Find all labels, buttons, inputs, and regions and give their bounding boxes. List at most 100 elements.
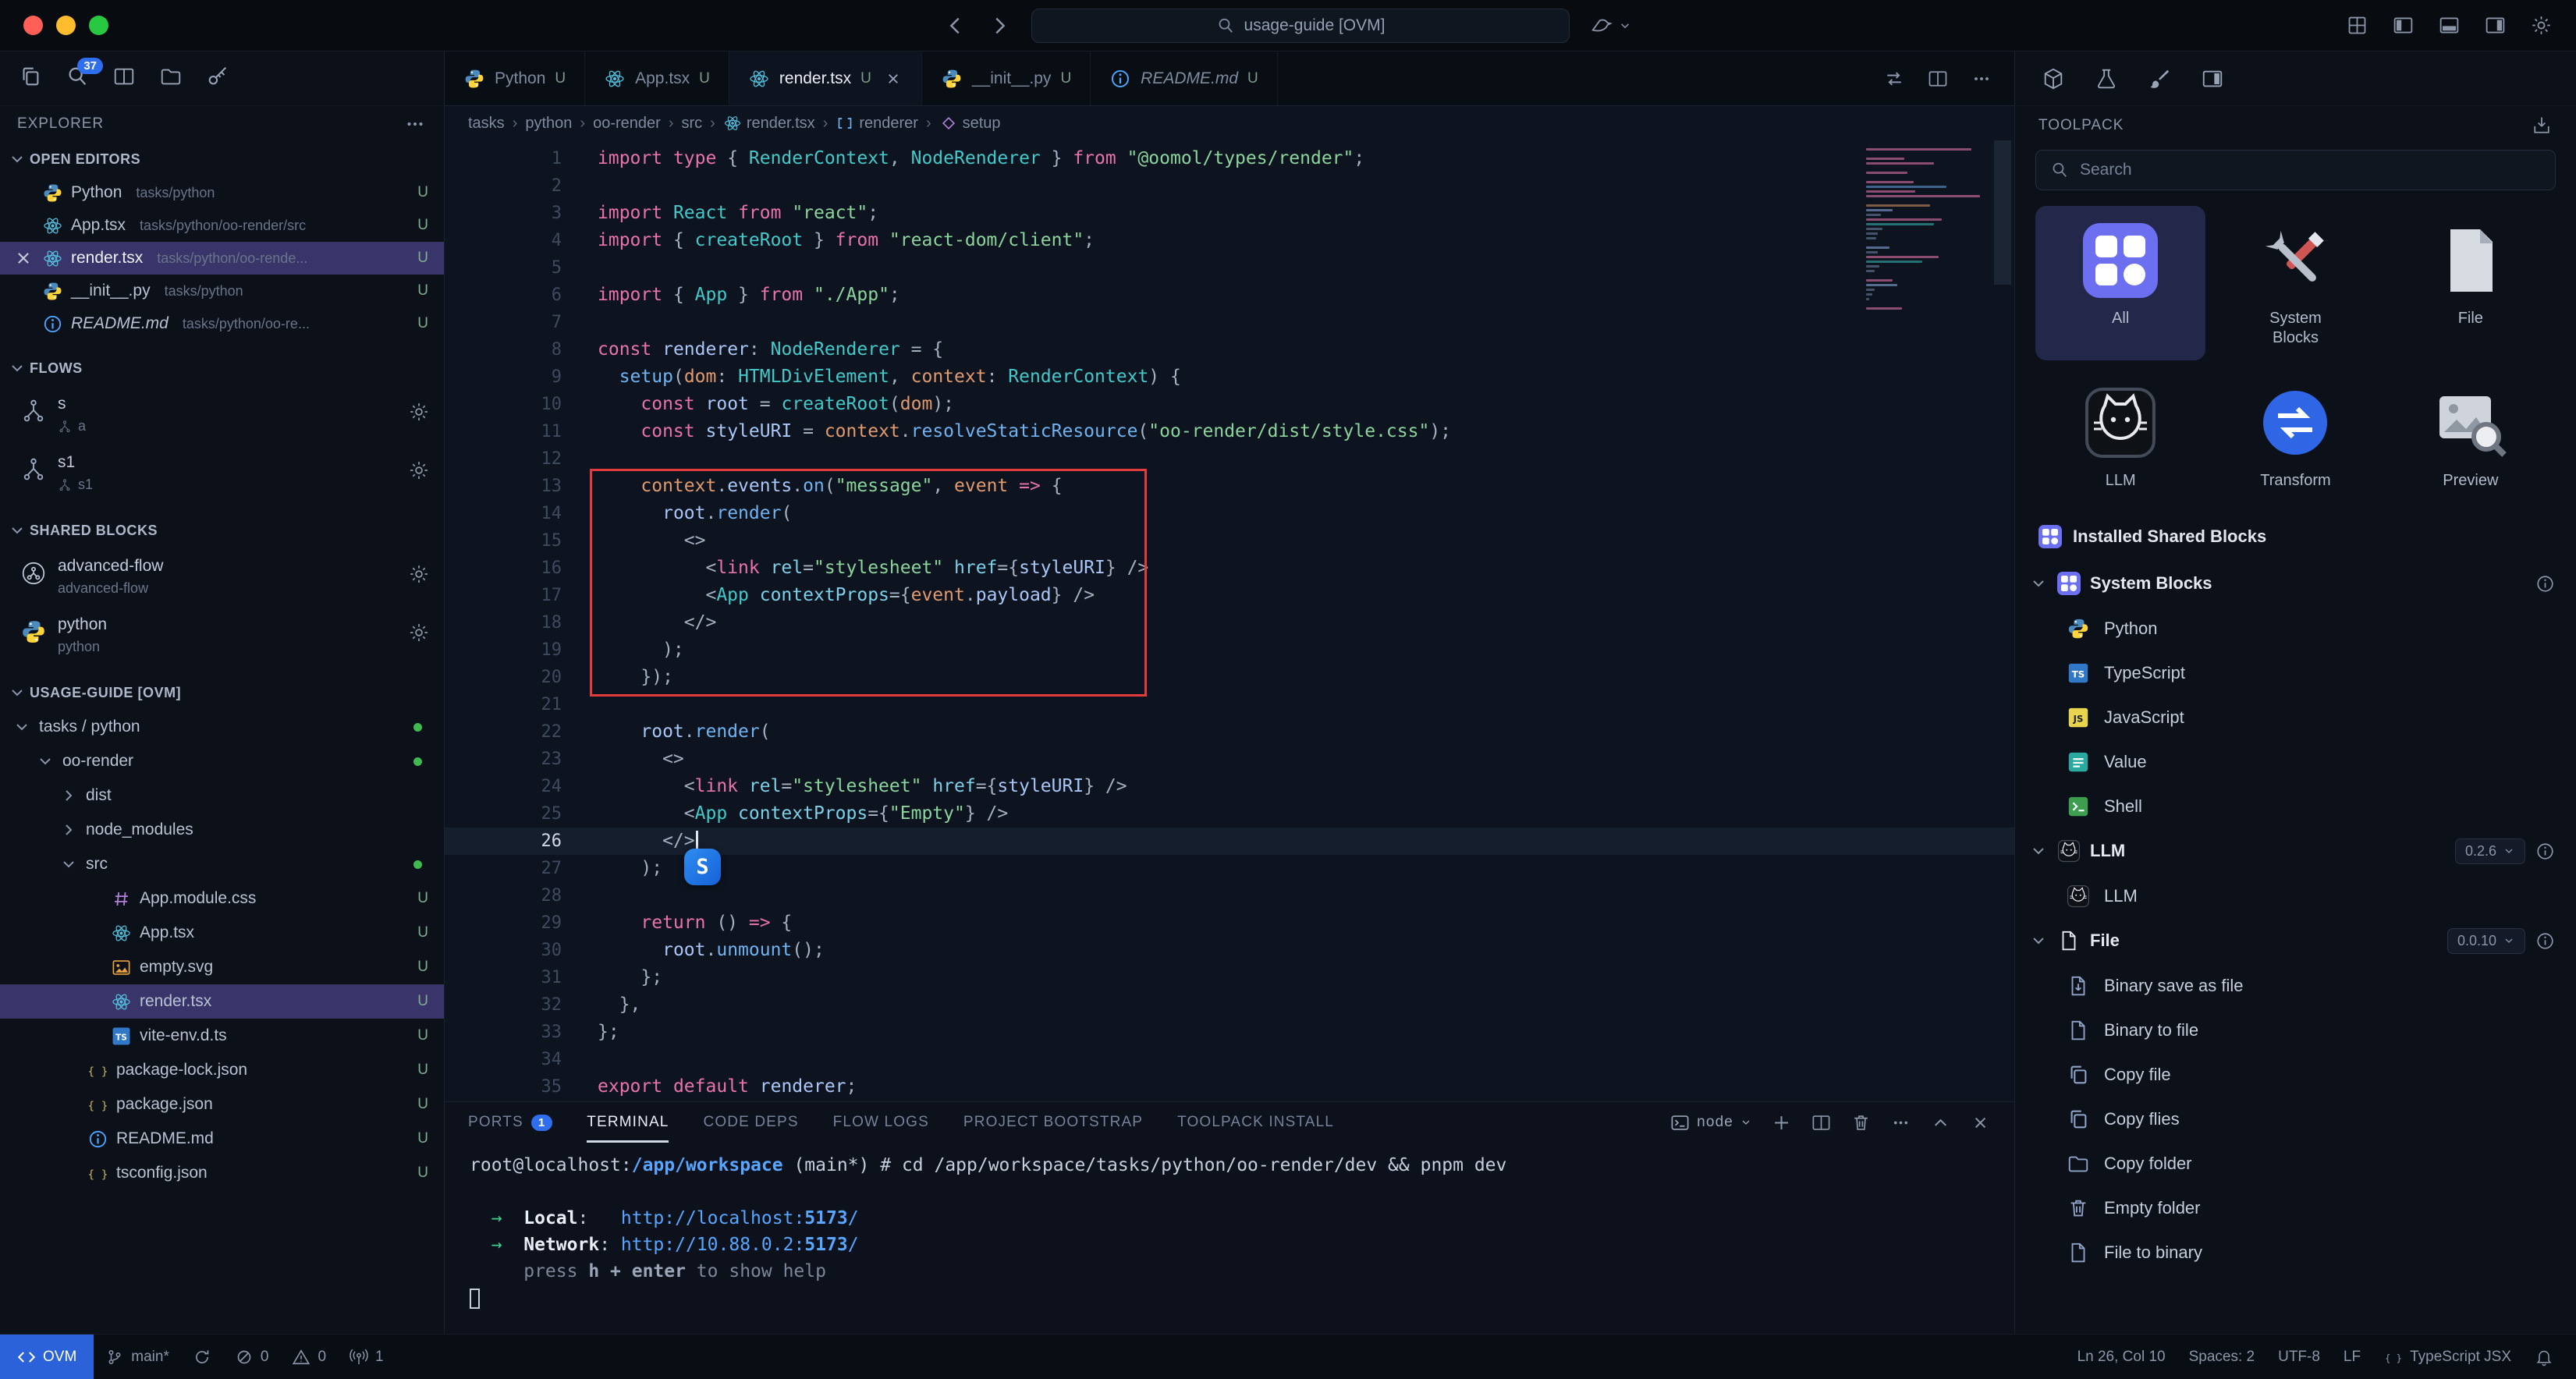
key-button[interactable] bbox=[206, 65, 229, 92]
panel-tab-ports[interactable]: PORTS1 bbox=[468, 1102, 552, 1143]
run-menu[interactable] bbox=[1590, 14, 1632, 37]
theme-brush-icon[interactable] bbox=[2148, 67, 2171, 90]
code-line[interactable]: 6import { App } from "./App"; bbox=[445, 282, 2014, 309]
panel-tab-flow-logs[interactable]: FLOW LOGS bbox=[833, 1102, 929, 1143]
code-line[interactable]: 32 }, bbox=[445, 991, 2014, 1019]
split-editor-icon[interactable] bbox=[1927, 68, 1949, 90]
code-line[interactable]: 3import React from "react"; bbox=[445, 200, 2014, 227]
forward-icon[interactable] bbox=[988, 14, 1011, 37]
breadcrumb-renderer[interactable]: renderer bbox=[836, 114, 918, 133]
tab-readme-md[interactable]: README.mdU bbox=[1091, 51, 1278, 105]
terminal-output[interactable]: root@localhost:/app/workspace (main*) # … bbox=[445, 1143, 2014, 1334]
block-item-binary-to-file[interactable]: Binary to file bbox=[2015, 1008, 2576, 1052]
code-line[interactable]: 9 setup(dom: HTMLDivElement, context: Re… bbox=[445, 363, 2014, 391]
close-window-button[interactable] bbox=[23, 16, 43, 35]
shared-blocks-header[interactable]: SHARED BLOCKS bbox=[0, 513, 444, 548]
open-editor-app-tsx[interactable]: App.tsxtasks/python/oo-render/srcU bbox=[0, 209, 444, 242]
split-editor-button[interactable] bbox=[112, 65, 136, 92]
toolpack-category-file[interactable]: File bbox=[2386, 206, 2556, 360]
tree-item-tasks-python[interactable]: tasks / python bbox=[0, 710, 444, 744]
flows-header[interactable]: FLOWS bbox=[0, 351, 444, 385]
tree-item-readme-md[interactable]: README.mdU bbox=[0, 1122, 444, 1156]
minimap[interactable] bbox=[1866, 148, 1983, 317]
code-line[interactable]: 4import { createRoot } from "react-dom/c… bbox=[445, 227, 2014, 254]
code-line[interactable]: 2 bbox=[445, 172, 2014, 200]
code-editor[interactable]: 1import type { RenderContext, NodeRender… bbox=[445, 140, 2014, 1101]
close-tab-icon[interactable] bbox=[884, 69, 903, 88]
close-editor-icon[interactable] bbox=[12, 280, 34, 302]
breadcrumb-src[interactable]: src bbox=[681, 115, 702, 133]
block-item-copy-file[interactable]: Copy file bbox=[2015, 1052, 2576, 1097]
project-header[interactable]: USAGE-GUIDE [OVM] bbox=[0, 675, 444, 710]
code-line[interactable]: 23 <> bbox=[445, 746, 2014, 773]
tab-app-tsx[interactable]: App.tsxU bbox=[585, 51, 729, 105]
gear-icon[interactable] bbox=[408, 622, 430, 643]
code-line[interactable]: 18 </> bbox=[445, 609, 2014, 636]
code-line[interactable]: 25 <App contextProps={"Empty"} /> bbox=[445, 800, 2014, 828]
toolpack-category-llm[interactable]: LLM bbox=[2035, 368, 2205, 503]
shared-block-python[interactable]: pythonpython bbox=[0, 606, 444, 665]
tree-item-src[interactable]: src bbox=[0, 847, 444, 881]
code-line[interactable]: 34 bbox=[445, 1046, 2014, 1073]
panel-layout-icon[interactable] bbox=[2201, 67, 2224, 90]
tab-init-py[interactable]: __init__.pyU bbox=[922, 51, 1091, 105]
open-editor-render-tsx[interactable]: render.tsxtasks/python/oo-rende...U bbox=[0, 242, 444, 275]
tree-item-tsconfig-json[interactable]: { }tsconfig.jsonU bbox=[0, 1156, 444, 1190]
more-actions-icon[interactable] bbox=[1971, 68, 1992, 90]
open-editor-python[interactable]: Pythontasks/pythonU bbox=[0, 176, 444, 209]
block-item-copy-folder[interactable]: Copy folder bbox=[2015, 1141, 2576, 1186]
code-line[interactable]: 22 root.render( bbox=[445, 718, 2014, 746]
code-line[interactable]: 16 <link rel="stylesheet" href={styleURI… bbox=[445, 555, 2014, 582]
block-item-empty-folder[interactable]: Empty folder bbox=[2015, 1186, 2576, 1230]
block-item-file-to-binary[interactable]: File to binary bbox=[2015, 1230, 2576, 1274]
toolpack-category-preview[interactable]: Preview bbox=[2386, 368, 2556, 503]
open-editors-header[interactable]: OPEN EDITORS bbox=[0, 142, 444, 176]
code-line[interactable]: 12 bbox=[445, 445, 2014, 473]
import-toolpack-icon[interactable] bbox=[2531, 115, 2553, 136]
block-section-llm[interactable]: LLM0.2.6 bbox=[2015, 828, 2576, 874]
info-icon[interactable] bbox=[2535, 573, 2556, 594]
tab-render-tsx[interactable]: render.tsxU bbox=[729, 51, 922, 105]
panel-tab-code-deps[interactable]: CODE DEPS bbox=[703, 1102, 798, 1143]
status-lf[interactable]: LF bbox=[2332, 1335, 2372, 1379]
panel-tab-project-bootstrap[interactable]: PROJECT BOOTSTRAP bbox=[963, 1102, 1143, 1143]
split-terminal-icon[interactable] bbox=[1811, 1112, 1832, 1133]
toolpack-category-transform[interactable]: Transform bbox=[2210, 368, 2380, 503]
folder-button[interactable] bbox=[159, 65, 183, 92]
minimize-window-button[interactable] bbox=[56, 16, 76, 35]
compare-icon[interactable] bbox=[1883, 68, 1905, 90]
gear-icon[interactable] bbox=[408, 401, 430, 423]
breadcrumb-oo-render[interactable]: oo-render bbox=[593, 115, 661, 133]
close-editor-icon[interactable] bbox=[12, 182, 34, 204]
panel-tab-toolpack-install[interactable]: TOOLPACK INSTALL bbox=[1177, 1102, 1334, 1143]
search-button[interactable]: 37 bbox=[66, 65, 89, 92]
shared-block-advanced-flow[interactable]: advanced-flowadvanced-flow bbox=[0, 548, 444, 606]
toolpack-category-all[interactable]: All bbox=[2035, 206, 2205, 360]
status-typescript-jsx[interactable]: { }TypeScript JSX bbox=[2372, 1335, 2523, 1379]
info-icon[interactable] bbox=[2535, 841, 2556, 862]
code-line[interactable]: 5 bbox=[445, 254, 2014, 282]
maximize-window-button[interactable] bbox=[89, 16, 108, 35]
grid-layout-icon[interactable] bbox=[2346, 14, 2368, 37]
code-line[interactable]: 8const renderer: NodeRenderer = { bbox=[445, 336, 2014, 363]
settings-gear-icon[interactable] bbox=[2530, 14, 2553, 37]
block-item-javascript[interactable]: JSJavaScript bbox=[2015, 695, 2576, 739]
block-item-binary-save-as-file[interactable]: Binary save as file bbox=[2015, 963, 2576, 1008]
tree-item-oo-render[interactable]: oo-render bbox=[0, 744, 444, 778]
copy-button[interactable] bbox=[19, 65, 42, 92]
breadcrumb-tasks[interactable]: tasks bbox=[468, 115, 505, 133]
tree-item-empty-svg[interactable]: empty.svgU bbox=[0, 950, 444, 984]
close-editor-icon[interactable] bbox=[12, 247, 34, 269]
code-line[interactable]: 11 const styleURI = context.resolveStati… bbox=[445, 418, 2014, 445]
toolpack-category-system-blocks[interactable]: System Blocks bbox=[2210, 206, 2380, 360]
status-utf-8[interactable]: UTF-8 bbox=[2266, 1335, 2332, 1379]
version-select[interactable]: 0.2.6 bbox=[2455, 838, 2525, 864]
terminal-profile-select[interactable]: node bbox=[1669, 1112, 1752, 1133]
tab-python[interactable]: PythonU bbox=[445, 51, 585, 105]
close-panel-icon[interactable] bbox=[1970, 1112, 1991, 1133]
experiments-icon[interactable] bbox=[2095, 67, 2118, 90]
code-line[interactable]: 35export default renderer; bbox=[445, 1073, 2014, 1101]
open-editor-init-py[interactable]: __init__.pytasks/pythonU bbox=[0, 275, 444, 307]
tree-item-vite-env-d-ts[interactable]: TSvite-env.d.tsU bbox=[0, 1019, 444, 1053]
code-line[interactable]: 24 <link rel="stylesheet" href={styleURI… bbox=[445, 773, 2014, 800]
